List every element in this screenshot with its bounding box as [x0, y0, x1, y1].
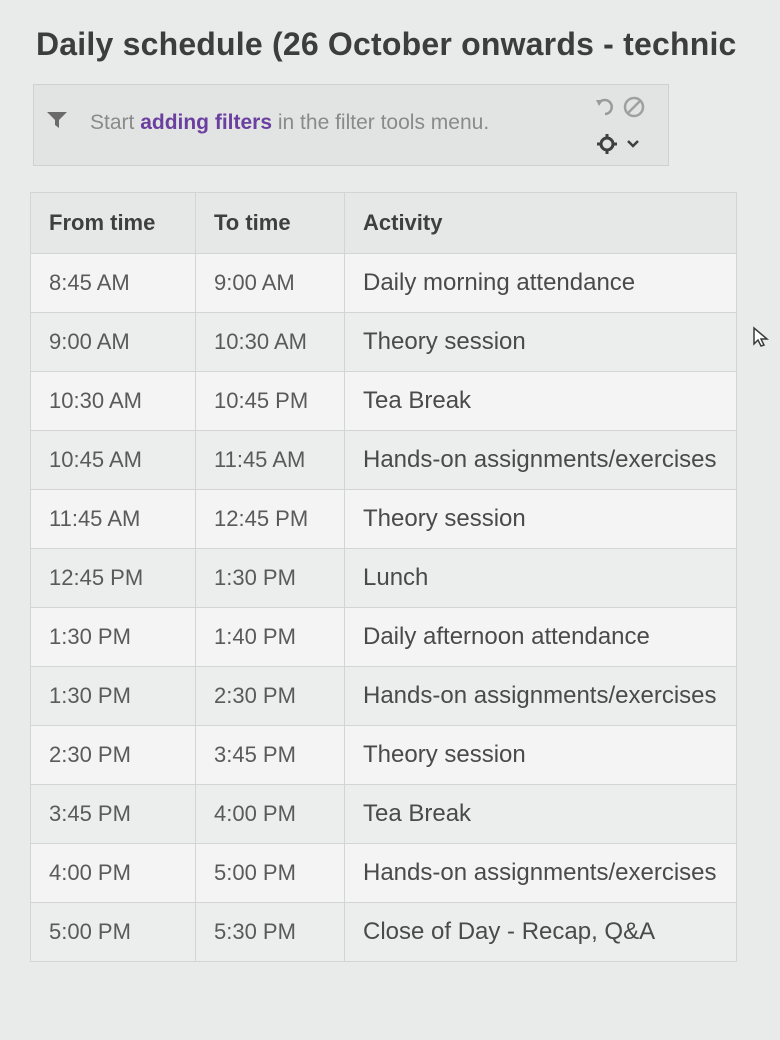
to-time-cell: 10:30 AM: [195, 312, 345, 372]
activity-cell: Tea Break: [344, 784, 737, 844]
activity-cell: Lunch: [344, 548, 737, 608]
page-title: Daily schedule (26 October onwards - tec…: [36, 26, 737, 62]
activity-cell: Tea Break: [344, 371, 737, 431]
activity-cell: Close of Day - Recap, Q&A: [344, 902, 737, 962]
from-time-cell: 10:30 AM: [30, 371, 196, 431]
chevron-down-icon[interactable]: [626, 137, 640, 149]
from-time-cell: 11:45 AM: [30, 489, 196, 549]
activity-cell: Hands-on assignments/exercises: [344, 843, 737, 903]
gear-icon[interactable]: [596, 133, 618, 155]
table-row[interactable]: 8:45 AM 9:00 AM Daily morning attendance: [30, 253, 737, 313]
to-time-cell: 3:45 PM: [195, 725, 345, 785]
from-time-cell: 9:00 AM: [30, 312, 196, 372]
table-row[interactable]: 4:00 PM 5:00 PM Hands-on assignments/exe…: [30, 843, 737, 903]
table-row[interactable]: 2:30 PM 3:45 PM Theory session: [30, 725, 737, 785]
activity-cell: Hands-on assignments/exercises: [344, 666, 737, 726]
to-time-cell: 2:30 PM: [195, 666, 345, 726]
table-row[interactable]: 12:45 PM 1:30 PM Lunch: [30, 548, 737, 608]
to-time-cell: 4:00 PM: [195, 784, 345, 844]
filter-hint-prefix: Start: [90, 111, 141, 134]
column-header-activity[interactable]: Activity: [344, 192, 737, 254]
table-row[interactable]: 9:00 AM 10:30 AM Theory session: [30, 312, 737, 372]
table-row[interactable]: 3:45 PM 4:00 PM Tea Break: [30, 784, 737, 844]
column-header-from-time[interactable]: From time: [30, 192, 196, 254]
table-row[interactable]: 5:00 PM 5:30 PM Close of Day - Recap, Q&…: [30, 902, 737, 962]
to-time-cell: 1:40 PM: [195, 607, 345, 667]
from-time-cell: 5:00 PM: [30, 902, 196, 962]
from-time-cell: 2:30 PM: [30, 725, 196, 785]
filter-hint-suffix: in the filter tools menu.: [272, 111, 490, 134]
to-time-cell: 12:45 PM: [195, 489, 345, 549]
from-time-cell: 3:45 PM: [30, 784, 196, 844]
mouse-pointer-icon: [752, 326, 770, 348]
from-time-cell: 8:45 AM: [30, 253, 196, 313]
filter-hint: Start adding filters in the filter tools…: [90, 111, 489, 135]
table-row[interactable]: 10:30 AM 10:45 PM Tea Break: [30, 371, 737, 431]
to-time-cell: 11:45 AM: [195, 430, 345, 490]
activity-cell: Hands-on assignments/exercises: [344, 430, 737, 490]
activity-cell: Daily afternoon attendance: [344, 607, 737, 667]
from-time-cell: 1:30 PM: [30, 607, 196, 667]
activity-cell: Daily morning attendance: [344, 253, 737, 313]
to-time-cell: 9:00 AM: [195, 253, 345, 313]
clear-filter-icon[interactable]: [622, 95, 646, 119]
table-row[interactable]: 1:30 PM 1:40 PM Daily afternoon attendan…: [30, 607, 737, 667]
table-row[interactable]: 10:45 AM 11:45 AM Hands-on assignments/e…: [30, 430, 737, 490]
filter-icon: [46, 111, 68, 129]
activity-cell: Theory session: [344, 312, 737, 372]
schedule-table: From time To time Activity 8:45 AM 9:00 …: [30, 192, 737, 962]
to-time-cell: 5:30 PM: [195, 902, 345, 962]
column-header-to-time[interactable]: To time: [195, 192, 345, 254]
table-row[interactable]: 11:45 AM 12:45 PM Theory session: [30, 489, 737, 549]
to-time-cell: 10:45 PM: [195, 371, 345, 431]
activity-cell: Theory session: [344, 489, 737, 549]
undo-icon[interactable]: [594, 95, 616, 117]
to-time-cell: 5:00 PM: [195, 843, 345, 903]
from-time-cell: 10:45 AM: [30, 430, 196, 490]
from-time-cell: 12:45 PM: [30, 548, 196, 608]
from-time-cell: 4:00 PM: [30, 843, 196, 903]
filter-bar: Start adding filters in the filter tools…: [33, 84, 669, 166]
table-header-row: From time To time Activity: [30, 192, 737, 254]
from-time-cell: 1:30 PM: [30, 666, 196, 726]
adding-filters-link[interactable]: adding filters: [140, 111, 272, 134]
to-time-cell: 1:30 PM: [195, 548, 345, 608]
activity-cell: Theory session: [344, 725, 737, 785]
table-row[interactable]: 1:30 PM 2:30 PM Hands-on assignments/exe…: [30, 666, 737, 726]
